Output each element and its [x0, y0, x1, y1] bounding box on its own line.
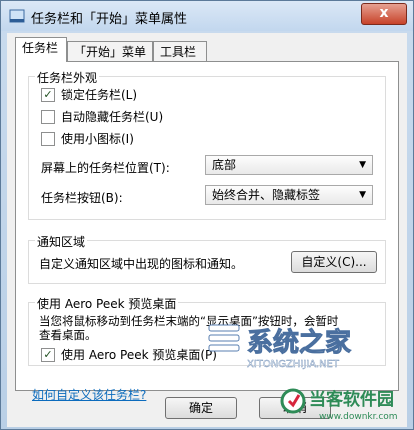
location-select[interactable]: 底部 ▼ — [205, 155, 373, 175]
lock-taskbar-label: 锁定任务栏(L) — [61, 88, 138, 102]
small-icons-label: 使用小图标(I) — [61, 132, 134, 146]
title-bar: 任务栏和「开始」菜单属性 x — [1, 1, 413, 31]
notification-legend: 通知区域 — [35, 233, 88, 250]
svg-text:www.downkr.com: www.downkr.com — [319, 412, 398, 422]
tab-start-menu[interactable]: 「开始」菜单 — [67, 41, 153, 61]
small-icons-row[interactable]: 使用小图标(I) — [41, 131, 134, 147]
auto-hide-row[interactable]: 自动隐藏任务栏(U) — [41, 109, 163, 125]
aero-peek-label: 使用 Aero Peek 预览桌面(P) — [61, 348, 217, 362]
aero-peek-checkbox[interactable]: ✓ — [41, 347, 55, 362]
auto-hide-label: 自动隐藏任务栏(U) — [61, 110, 164, 124]
buttons-label: 任务栏按钮(B): — [41, 191, 123, 205]
small-icons-checkbox[interactable] — [41, 131, 55, 146]
svg-text:当客软件园: 当客软件园 — [309, 389, 394, 410]
ok-button[interactable]: 确定 — [165, 397, 237, 419]
notification-group: 通知区域 自定义通知区域中出现的图标和通知。 自定义(C)... — [28, 233, 386, 284]
appearance-group: 任务栏外观 ✓ 锁定任务栏(L) 自动隐藏任务栏(U) 使用小图标(I) 屏幕上的… — [28, 69, 386, 220]
close-button[interactable]: x — [361, 3, 407, 25]
chevron-down-icon: ▼ — [359, 160, 366, 170]
taskbar-app-icon — [9, 9, 25, 23]
xitongzhijia-watermark-logo: 系统之家 XITONGZHIJIA.NET — [208, 324, 352, 370]
lock-taskbar-checkbox[interactable]: ✓ — [41, 87, 55, 102]
customize-button[interactable]: 自定义(C)... — [291, 251, 377, 273]
properties-window: 任务栏和「开始」菜单属性 x 任务栏 「开始」菜单 工具栏 任务栏外观 ✓ 锁定任… — [0, 0, 414, 430]
location-label: 屏幕上的任务栏位置(T): — [41, 161, 170, 175]
svg-text:XITONGZHIJIA.NET: XITONGZHIJIA.NET — [247, 359, 340, 370]
help-link[interactable]: 如何自定义该任务栏? — [32, 386, 146, 403]
notification-text: 自定义通知区域中出现的图标和通知。 — [39, 257, 244, 271]
location-select-value: 底部 — [212, 158, 237, 172]
tab-toolbars[interactable]: 工具栏 — [153, 41, 207, 61]
aero-peek-legend: 使用 Aero Peek 预览桌面 — [35, 295, 179, 312]
downkr-watermark-logo: 当客软件园 www.downkr.com — [280, 388, 398, 422]
buttons-select-value: 始终合并、隐藏标签 — [212, 188, 321, 202]
aero-peek-row[interactable]: ✓ 使用 Aero Peek 预览桌面(P) — [41, 347, 217, 363]
buttons-select[interactable]: 始终合并、隐藏标签 ▼ — [205, 185, 373, 205]
chevron-down-icon: ▼ — [359, 190, 366, 200]
lock-taskbar-row[interactable]: ✓ 锁定任务栏(L) — [41, 87, 137, 103]
window-title: 任务栏和「开始」菜单属性 — [31, 12, 188, 27]
auto-hide-checkbox[interactable] — [41, 109, 55, 124]
svg-text:系统之家: 系统之家 — [247, 327, 351, 358]
tab-taskbar[interactable]: 任务栏 — [15, 37, 67, 62]
aero-peek-desc-line2: 查看桌面。 — [39, 328, 97, 342]
appearance-legend: 任务栏外观 — [35, 69, 100, 86]
